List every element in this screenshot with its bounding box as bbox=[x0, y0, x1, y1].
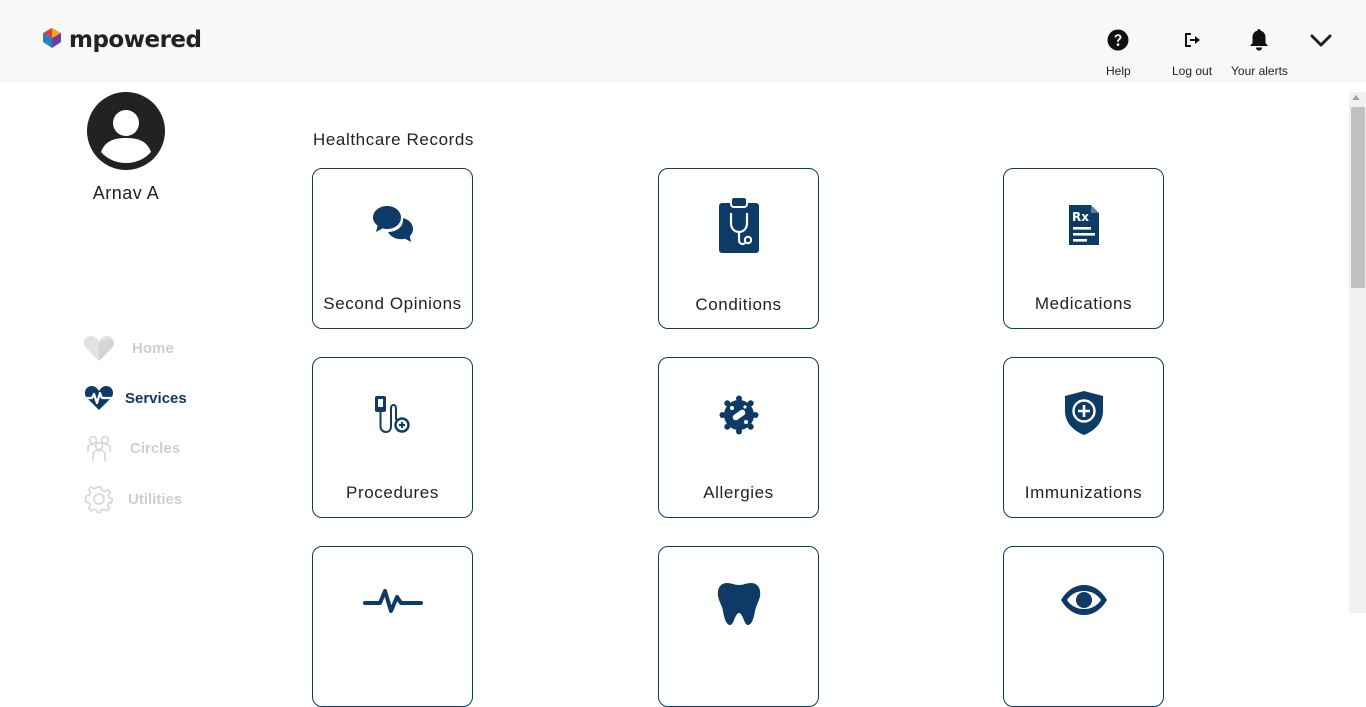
sidebar-item-label: Utilities bbox=[128, 490, 183, 508]
logout-button[interactable]: Log out bbox=[1172, 27, 1212, 78]
card-label: Procedures bbox=[346, 483, 439, 502]
scrollbar-thumb[interactable] bbox=[1351, 107, 1365, 288]
sidebar-item-home[interactable]: Home bbox=[82, 333, 174, 363]
sidebar-item-label: Home bbox=[132, 339, 174, 357]
user-name: Arnav A bbox=[92, 183, 160, 203]
sidebar-item-services[interactable]: Services bbox=[82, 383, 187, 413]
card-label: Conditions bbox=[695, 295, 782, 314]
help-button[interactable]: Help bbox=[1106, 27, 1131, 78]
eye-icon bbox=[1004, 583, 1163, 617]
card-label: Second Opinions bbox=[323, 294, 462, 313]
card-conditions[interactable]: Conditions bbox=[658, 168, 819, 329]
card-label: Allergies bbox=[703, 483, 774, 502]
chat-bubbles-icon bbox=[313, 203, 472, 247]
prescription-icon: Rx bbox=[1004, 203, 1163, 247]
avatar[interactable] bbox=[87, 92, 165, 170]
logo-icon bbox=[41, 27, 63, 53]
sidebar-item-label: Circles bbox=[130, 439, 181, 457]
card-second-opinions[interactable]: Second Opinions bbox=[312, 168, 473, 329]
card-vitals[interactable] bbox=[312, 546, 473, 707]
card-dental[interactable] bbox=[658, 546, 819, 707]
card-procedures[interactable]: Procedures bbox=[312, 357, 473, 518]
sidebar-item-circles[interactable]: Circles bbox=[82, 433, 180, 463]
top-header: mpowered Help Log out Your alerts bbox=[0, 0, 1366, 83]
card-allergies[interactable]: Allergies bbox=[658, 357, 819, 518]
scroll-up-arrow-icon[interactable] bbox=[1352, 95, 1360, 100]
brand-name: mpowered bbox=[69, 27, 202, 53]
allergen-icon bbox=[659, 394, 818, 436]
tooth-icon bbox=[659, 579, 818, 627]
logout-icon bbox=[1182, 27, 1202, 53]
card-label: Immunizations bbox=[1024, 483, 1143, 502]
section-title: Healthcare Records bbox=[313, 130, 475, 149]
bell-icon bbox=[1248, 27, 1270, 53]
help-label: Help bbox=[1106, 64, 1131, 78]
sidebar-item-utilities[interactable]: Utilities bbox=[82, 484, 182, 514]
card-medications[interactable]: Rx Medications bbox=[1003, 168, 1164, 329]
card-label: Medications bbox=[1034, 294, 1133, 313]
sidebar-item-label: Services bbox=[125, 389, 187, 407]
iv-drip-icon bbox=[313, 394, 472, 434]
gear-icon bbox=[82, 484, 116, 514]
card-vision[interactable] bbox=[1003, 546, 1164, 707]
question-circle-icon bbox=[1107, 27, 1129, 53]
logout-label: Log out bbox=[1172, 64, 1213, 78]
alerts-label: Your alerts bbox=[1231, 64, 1288, 78]
card-immunizations[interactable]: Immunizations bbox=[1003, 357, 1164, 518]
chevron-down-icon[interactable] bbox=[1308, 28, 1334, 57]
heartbeat-icon bbox=[82, 383, 116, 413]
heart-home-icon bbox=[82, 333, 116, 363]
people-icon bbox=[82, 433, 116, 463]
shield-plus-icon bbox=[1004, 389, 1163, 437]
clipboard-stethoscope-icon bbox=[659, 195, 818, 255]
pulse-icon bbox=[313, 585, 472, 615]
svg-text:Rx: Rx bbox=[1072, 210, 1089, 224]
brand-logo[interactable]: mpowered bbox=[41, 27, 202, 53]
alerts-button[interactable]: Your alerts bbox=[1231, 27, 1288, 78]
